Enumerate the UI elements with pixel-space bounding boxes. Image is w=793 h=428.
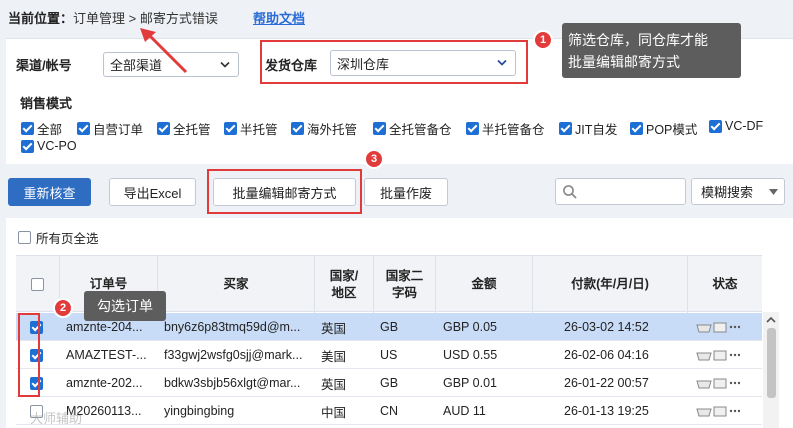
checkbox-checked-icon: [373, 122, 386, 135]
checkbox-checked-icon: [77, 122, 90, 135]
annotation-box-row-checkboxes: [18, 313, 40, 397]
sales-mode-option[interactable]: 半托管备仓: [466, 119, 545, 138]
header-country-code[interactable]: 国家二字码: [374, 256, 436, 313]
header-country[interactable]: 国家/地区: [315, 256, 374, 313]
amount-cell: GBP 0.01: [443, 376, 497, 390]
checkbox-unchecked-icon: [31, 278, 44, 291]
step-badge-2: 2: [53, 298, 73, 318]
header-status[interactable]: 状态: [688, 256, 762, 313]
amount-cell: USD 0.55: [443, 348, 498, 362]
checkbox-unchecked-icon: [18, 231, 31, 244]
paid-at-cell: 26-03-02 14:52: [564, 320, 649, 334]
breadcrumb-current: 邮寄方式错误: [139, 11, 218, 26]
sales-mode-option[interactable]: 海外托管: [291, 119, 357, 138]
sales-mode-option[interactable]: 全部: [21, 119, 62, 138]
annotation-arrow-icon: [140, 28, 188, 74]
sales-mode-option[interactable]: 自营订单: [77, 119, 143, 138]
sales-mode-option[interactable]: VC-DF: [709, 119, 763, 133]
batch-void-button[interactable]: 批量作废: [364, 178, 448, 206]
status-icon: [696, 350, 740, 361]
select-all-pages-label: 所有页全选: [36, 232, 99, 246]
sales-mode-option[interactable]: 全托管: [157, 119, 211, 138]
checkbox-checked-icon: [21, 122, 34, 135]
order-no-cell[interactable]: amznte-202...: [66, 369, 158, 397]
sales-mode-option[interactable]: 全托管备仓: [373, 119, 452, 138]
order-no-cell[interactable]: AMAZTEST-...: [66, 341, 158, 369]
header-buyer[interactable]: 买家: [158, 256, 315, 313]
country-code-cell: US: [380, 348, 398, 362]
sales-mode-option[interactable]: JIT自发: [559, 119, 617, 138]
recheck-button[interactable]: 重新核查: [8, 178, 91, 206]
sales-mode-label: 销售模式: [20, 96, 73, 111]
search-input[interactable]: [555, 178, 686, 205]
channel-label: 渠道/帐号: [16, 58, 72, 73]
scroll-up-icon[interactable]: [766, 316, 776, 323]
status-icon: [696, 322, 740, 333]
breadcrumb-separator: >: [128, 11, 137, 26]
buyer-cell: bdkw3sbjb56xlgt@mar...: [164, 376, 301, 390]
sales-mode-option[interactable]: POP模式: [630, 119, 697, 138]
amount-cell: AUD 11: [443, 404, 486, 418]
table-scrollbar[interactable]: [763, 312, 779, 428]
annotation-box-warehouse: [260, 40, 528, 84]
checkbox-checked-icon: [466, 122, 479, 135]
country-code-cell: CN: [380, 404, 399, 418]
table-row[interactable]: AMAZTEST-... f33gwj2wsfg0sjj@mark... 美国 …: [16, 341, 762, 369]
country-code-cell: GB: [380, 376, 399, 390]
table-row[interactable]: amznte-202... bdkw3sbjb56xlgt@mar... 英国 …: [16, 369, 762, 397]
search-mode-value: 模糊搜索: [701, 185, 754, 200]
chevron-down-icon: [220, 61, 230, 68]
help-docs-link[interactable]: 帮助文档: [253, 8, 305, 27]
paid-at-cell: 26-02-06 04:16: [564, 348, 649, 362]
checkbox-checked-icon: [709, 119, 722, 133]
paid-at-cell: 26-01-13 19:25: [564, 404, 649, 418]
annotation-box-batch-edit: [207, 169, 362, 214]
select-all-pages[interactable]: 所有页全选: [18, 228, 99, 247]
buyer-cell: yingbingbing: [164, 404, 235, 418]
status-icons[interactable]: [696, 397, 756, 425]
table-row[interactable]: M20260113... yingbingbing 中国 CN AUD 11 2…: [16, 397, 762, 425]
search-mode-select[interactable]: 模糊搜索: [691, 178, 785, 205]
country-code-cell: GB: [380, 320, 399, 334]
country-cell: 美国: [321, 349, 347, 364]
step-badge-3: 3: [364, 149, 384, 169]
checkbox-checked-icon: [157, 122, 170, 135]
status-icons[interactable]: [696, 313, 756, 341]
step-badge-1: 1: [533, 30, 553, 50]
checkbox-checked-icon: [630, 122, 643, 135]
amount-cell: GBP 0.05: [443, 320, 497, 334]
step1-tooltip-line2: 批量编辑邮寄方式: [568, 54, 680, 70]
checkbox-checked-icon: [224, 122, 237, 135]
header-amount[interactable]: 金额: [436, 256, 533, 313]
status-icon: [696, 406, 740, 417]
search-icon: [563, 184, 577, 199]
breadcrumb-orders[interactable]: 订单管理: [73, 11, 125, 26]
paid-at-cell: 26-01-22 00:57: [564, 376, 649, 390]
step2-tooltip: 勾选订单: [84, 291, 166, 321]
checkbox-checked-icon: [21, 139, 34, 153]
buyer-cell: bny6z6p83tmq59d@m...: [164, 320, 301, 334]
scrollbar-thumb[interactable]: [767, 328, 776, 398]
status-icon: [696, 378, 740, 389]
step1-tooltip-line1: 筛选仓库，同仓库才能: [568, 32, 708, 48]
country-cell: 英国: [321, 377, 347, 392]
status-icons[interactable]: [696, 369, 756, 397]
country-cell: 英国: [321, 321, 347, 336]
sales-mode-option[interactable]: VC-PO: [21, 139, 77, 153]
checkbox-checked-icon: [559, 122, 572, 135]
watermark: 大师辅助: [30, 411, 83, 426]
sales-mode-option[interactable]: 半托管: [224, 119, 278, 138]
breadcrumb: 当前位置：订单管理 > 邮寄方式错误: [8, 8, 218, 27]
buyer-cell: f33gwj2wsfg0sjj@mark...: [164, 348, 303, 362]
breadcrumb-label: 当前位置：: [8, 11, 74, 26]
export-excel-button[interactable]: 导出Excel: [109, 178, 196, 206]
caret-down-icon: [769, 189, 778, 195]
checkbox-checked-icon: [291, 122, 304, 135]
status-icons[interactable]: [696, 341, 756, 369]
step1-tooltip: 筛选仓库，同仓库才能 批量编辑邮寄方式: [562, 23, 741, 78]
header-paid-at[interactable]: 付款(年/月/日): [533, 256, 688, 313]
country-cell: 中国: [321, 405, 347, 420]
